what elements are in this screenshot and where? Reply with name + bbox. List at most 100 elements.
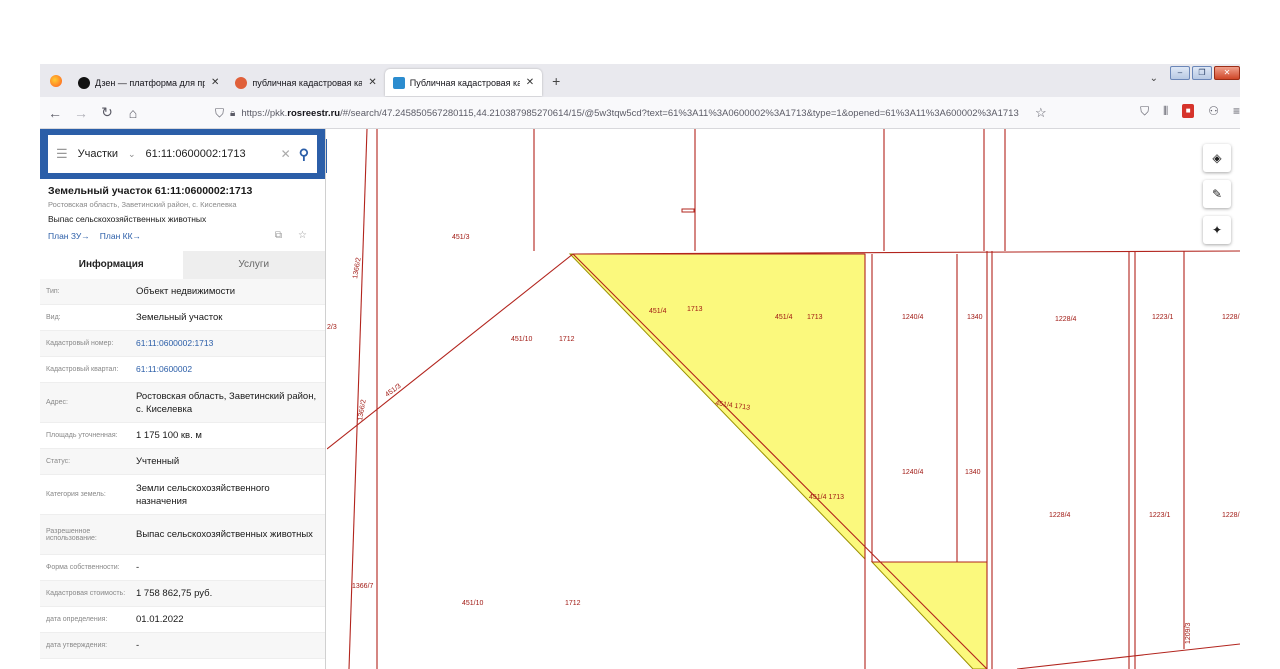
- search-header: ☰ Участки ⌄ 61:11:0600002:1713 ✕ ⚲: [40, 129, 325, 179]
- maximize-icon[interactable]: ❐: [1192, 66, 1212, 80]
- menu-icon[interactable]: ☰: [56, 146, 68, 162]
- parcel-label: 1228/4: [1055, 316, 1077, 323]
- layers-button[interactable]: ◈: [1203, 144, 1231, 172]
- search-type-select[interactable]: Участки: [78, 148, 118, 160]
- firefox-icon[interactable]: [50, 74, 62, 87]
- pdf-extension-icon[interactable]: ■: [1182, 104, 1195, 118]
- back-icon[interactable]: ←: [44, 105, 66, 121]
- close-icon[interactable]: ✕: [211, 77, 219, 88]
- minimize-icon[interactable]: –: [1170, 66, 1190, 80]
- property-value: 01.01.2022: [136, 614, 184, 625]
- object-header: Земельный участок 61:11:0600002:1713 Рос…: [40, 179, 325, 241]
- property-key: Разрешенное использование:: [46, 527, 97, 542]
- property-row: Разрешенное использование: Выпас сельскох…: [40, 515, 325, 555]
- search-engine-icon: [235, 76, 248, 89]
- chevron-down-icon[interactable]: ⌄: [128, 149, 136, 160]
- property-key: Площадь уточненная:: [46, 432, 118, 439]
- tab-title: Публичная кадастровая карта: [409, 77, 520, 88]
- url-path: /#/search/47.245850567280115,44.21038798…: [340, 107, 1019, 119]
- close-icon[interactable]: ✕: [368, 77, 376, 88]
- property-key: Кадастровая стоимость:: [46, 590, 126, 597]
- info-panel: ☰ Участки ⌄ 61:11:0600002:1713 ✕ ⚲ Земел…: [40, 129, 326, 669]
- property-row: Кадастровая стоимость: 1 758 862,75 руб.: [40, 581, 325, 607]
- locate-button[interactable]: ✦: [1203, 216, 1231, 244]
- parcel-label: 1240/4: [902, 469, 924, 476]
- dzen-icon: [78, 76, 90, 89]
- parcel-label: 1713: [687, 306, 703, 313]
- window-controls: – ❐ ✕: [1170, 66, 1240, 80]
- forward-icon[interactable]: →: [70, 105, 92, 121]
- tab-information[interactable]: Информация: [40, 251, 183, 279]
- property-row: Тип: Объект недвижимости: [40, 279, 325, 305]
- browser-tab-cadastral[interactable]: Публичная кадастровая карта ✕: [384, 69, 543, 96]
- reload-icon[interactable]: ↻: [96, 104, 118, 121]
- properties-table: Тип: Объект недвижимости Вид: Земельный уча…: [40, 279, 325, 659]
- property-value: Объект недвижимости: [136, 286, 236, 297]
- property-row: Кадастровый номер: 61:11:0600002:1713: [40, 331, 325, 357]
- parcel-label: 451/4: [775, 314, 793, 321]
- parcel-label: 1713: [807, 314, 823, 321]
- property-value[interactable]: 61:11:0600002: [136, 363, 192, 376]
- parcel-label: 1340: [965, 469, 981, 476]
- parcel-label: 1240/4: [902, 314, 924, 321]
- parcel-label: 451/3: [452, 234, 470, 241]
- library-icon[interactable]: ⫴: [1163, 104, 1168, 119]
- property-row: Категория земель: Земли сельскохозяйствен…: [40, 475, 325, 515]
- tab-services[interactable]: Услуги: [182, 251, 325, 279]
- browser-tab-dzen[interactable]: Дзен — платформа для просм ✕: [70, 69, 227, 96]
- object-use: Выпас сельскохозяйственных животных: [48, 214, 207, 224]
- bookmark-star-icon[interactable]: ☆: [1035, 105, 1047, 121]
- parcel-label: 1366/7: [352, 583, 374, 590]
- list-tabs-icon[interactable]: ⌄: [1150, 73, 1158, 84]
- property-row: Форма собственности: -: [40, 555, 325, 581]
- property-value: Ростовская область, Заветинский район, с…: [136, 390, 317, 415]
- property-value: Учтенный: [136, 456, 180, 467]
- object-actions: ⧉ ☆: [275, 230, 317, 241]
- search-input[interactable]: 61:11:0600002:1713: [146, 148, 281, 160]
- clear-icon[interactable]: ✕: [281, 147, 291, 161]
- property-row: Вид: Земельный участок: [40, 305, 325, 331]
- property-value[interactable]: 61:11:0600002:1713: [136, 337, 213, 350]
- parcel-label: 1228/: [1222, 512, 1240, 519]
- property-key: Статус:: [46, 458, 71, 465]
- object-address: Ростовская область, Заветинский район, с…: [48, 200, 237, 209]
- highlighted-parcel-south[interactable]: [870, 561, 988, 669]
- new-tab-button[interactable]: +: [552, 73, 560, 89]
- plan-zu-link[interactable]: План ЗУ→: [48, 231, 90, 241]
- menu-icon[interactable]: ≡: [1233, 104, 1240, 119]
- pocket-icon[interactable]: ⛉: [1140, 104, 1149, 119]
- parcel-label: 1223/1: [1152, 314, 1174, 321]
- property-key: Кадастровый квартал:: [46, 366, 119, 373]
- property-value: -: [136, 640, 140, 651]
- property-value: -: [136, 562, 140, 573]
- search-icon[interactable]: ⚲: [299, 146, 309, 163]
- property-value: 1 758 862,75 руб.: [136, 588, 213, 599]
- map-canvas[interactable]: 451/3 1366/2 451/4 1713 451/4 1713 1240/…: [327, 129, 1240, 669]
- draw-tool-button[interactable]: ✎: [1203, 180, 1231, 208]
- tracking-shield-icon[interactable]: ⛉: [215, 106, 224, 121]
- plan-kk-link[interactable]: План КК→: [100, 231, 141, 241]
- home-icon[interactable]: ⌂: [122, 105, 144, 121]
- property-value: Земельный участок: [136, 312, 223, 323]
- property-row: дата утверждения: -: [40, 633, 325, 659]
- parcel-label: 451/10: [511, 336, 533, 343]
- parcel-label: 1228/: [1222, 314, 1240, 321]
- parcel-label: 1712: [565, 600, 581, 607]
- tab-title: публичная кадастровая карта: [252, 77, 363, 88]
- account-icon[interactable]: ⚇: [1208, 104, 1219, 119]
- url-bar[interactable]: ⛉ 🔒︎ https://pkk. rosreestr.ru/#/search/4…: [215, 101, 1045, 125]
- browser-tab-search[interactable]: публичная кадастровая карта ✕: [227, 69, 384, 96]
- zoom-to-icon[interactable]: ⧉: [275, 230, 282, 241]
- favorite-star-icon[interactable]: ☆: [298, 230, 307, 241]
- window-close-icon[interactable]: ✕: [1214, 66, 1240, 80]
- info-tabs: Информация Услуги: [40, 251, 325, 279]
- property-key: Категория земель:: [46, 491, 106, 498]
- cadastral-map[interactable]: 451/3 1366/2 451/4 1713 451/4 1713 1240/…: [327, 129, 1240, 669]
- close-icon[interactable]: ✕: [526, 77, 534, 88]
- lock-icon[interactable]: 🔒︎: [230, 108, 235, 119]
- search-box: ☰ Участки ⌄ 61:11:0600002:1713 ✕ ⚲: [48, 135, 317, 173]
- property-row: Статус: Учтенный: [40, 449, 325, 475]
- parcel-label: 1223/1: [1149, 512, 1171, 519]
- top-blank-area: [0, 0, 1280, 64]
- parcel-label: 1209/3: [1185, 622, 1192, 644]
